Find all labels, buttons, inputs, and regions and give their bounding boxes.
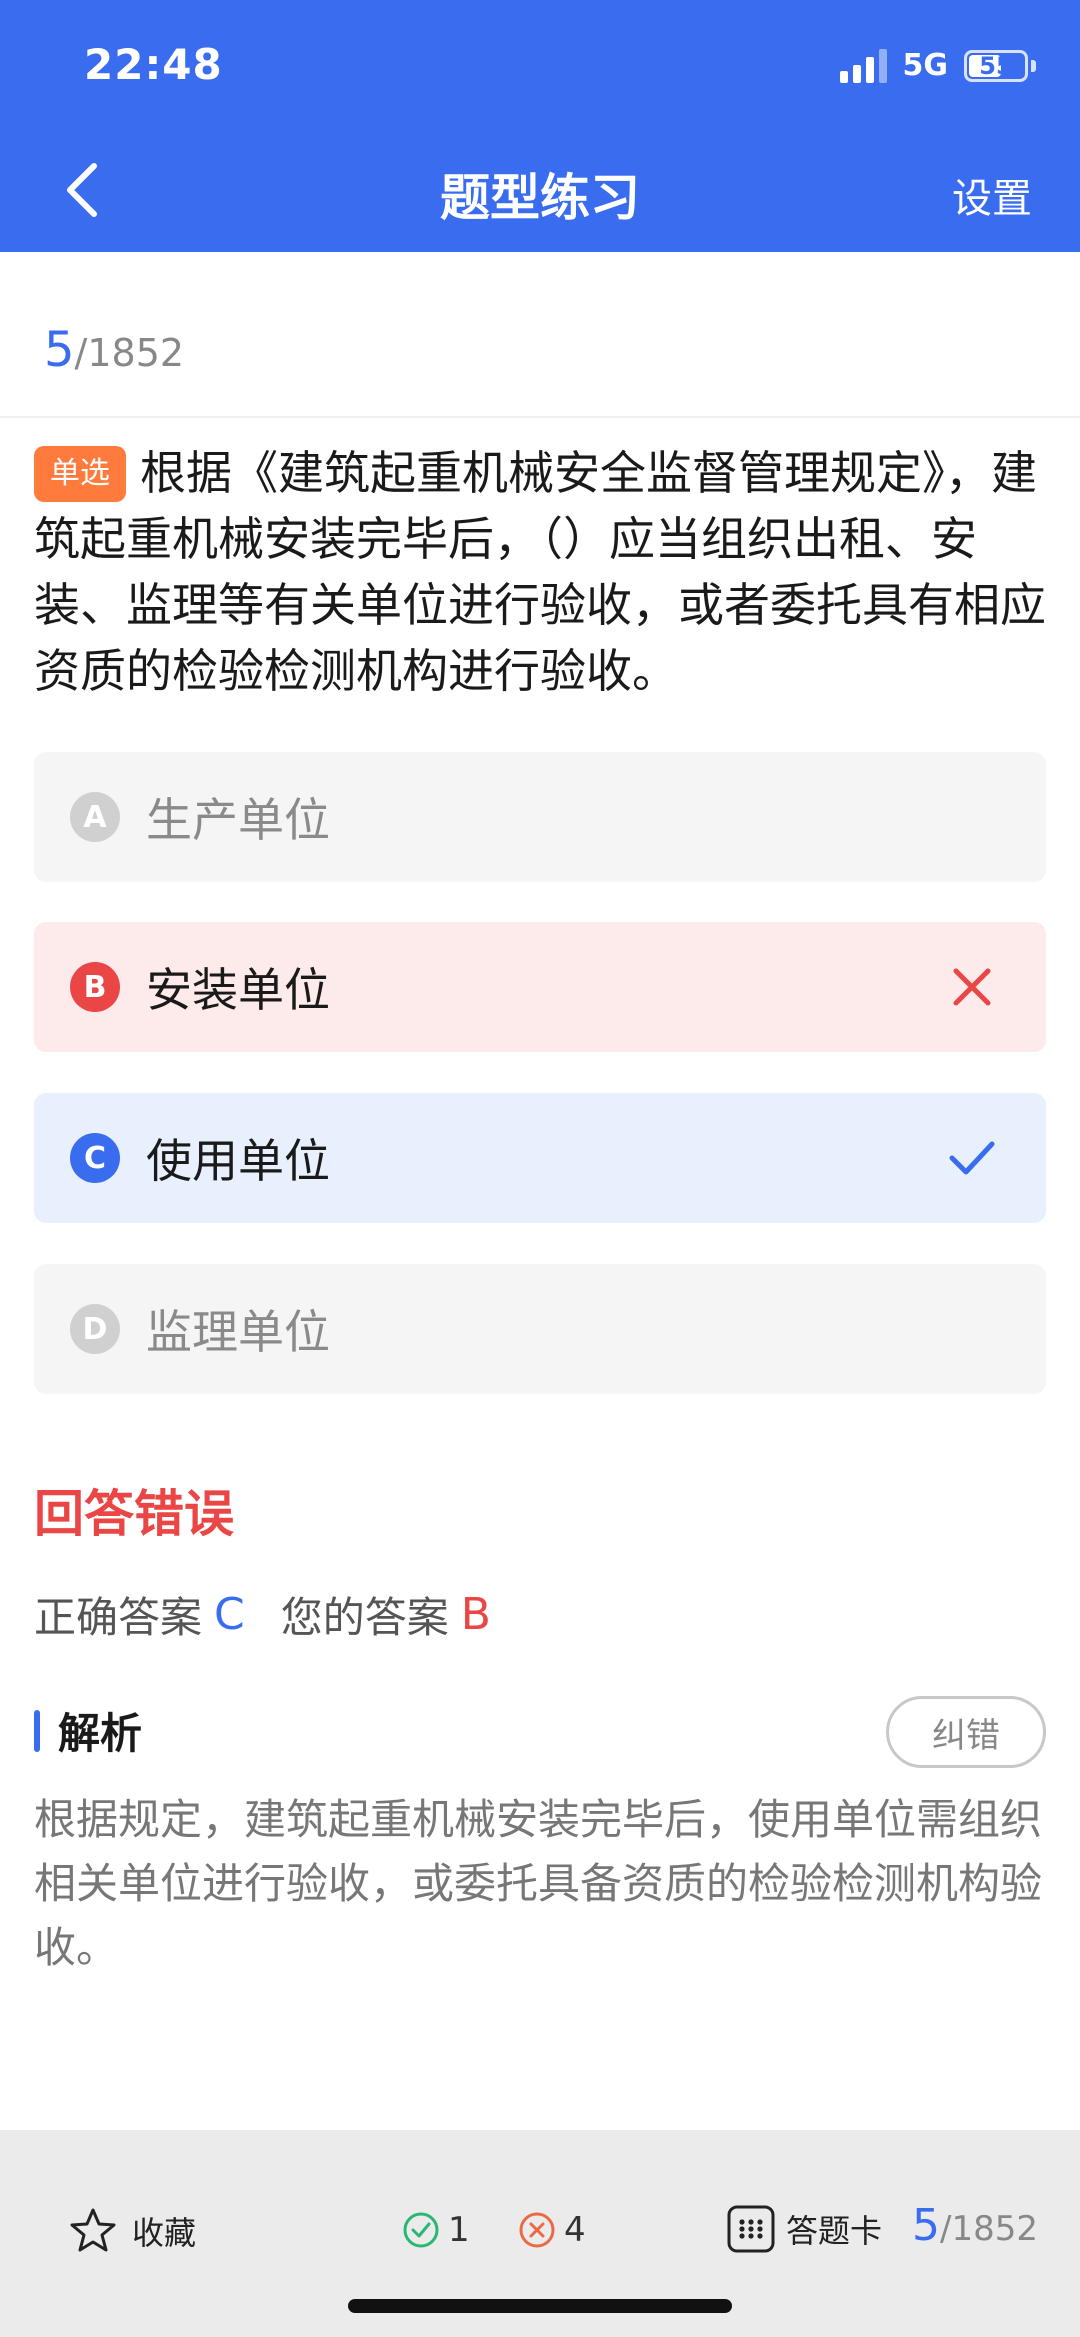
network-type: 5G — [902, 48, 949, 83]
option-text-b: 安装单位 — [146, 963, 330, 1017]
wrong-count: 4 — [518, 2210, 586, 2250]
status-indicators: 5G 55 — [839, 48, 1036, 83]
bottom-progress: 5 /1852 — [912, 2200, 1038, 2251]
bottom-progress-current: 5 — [912, 2200, 941, 2251]
correct-count: 1 — [402, 2210, 470, 2250]
answer-card-button[interactable]: 答题卡 — [726, 2204, 882, 2254]
top-bar: 22:48 5G 55 题型练习 设置 — [0, 0, 1080, 252]
settings-button[interactable]: 设置 — [952, 166, 1032, 224]
option-d[interactable]: D 监理单位 — [34, 1264, 1046, 1394]
question-progress: 5 /1852 — [44, 322, 184, 378]
question-text: 根据《建筑起重机械安全监督管理规定》，建筑起重机械安装完毕后，（）应当组织出租、… — [34, 446, 1046, 698]
answer-card-label: 答题卡 — [786, 2212, 883, 2250]
option-c[interactable]: C 使用单位 — [34, 1093, 1046, 1223]
option-letter-a: A — [70, 792, 120, 842]
result-title: 回答错误 — [34, 1485, 234, 1543]
option-text-d: 监理单位 — [146, 1305, 330, 1359]
star-icon — [70, 2208, 116, 2252]
analysis-label: 解析 — [58, 1709, 143, 1758]
battery-level: 55 — [979, 51, 1013, 80]
analysis-text: 根据规定，建筑起重机械安装完毕后，使用单位需组织相关单位进行验收，或委托具备资质… — [34, 1795, 1043, 1972]
grid-icon — [727, 2205, 775, 2253]
report-error-button[interactable]: 纠错 — [886, 1696, 1046, 1768]
your-answer-value: B — [460, 1589, 491, 1640]
question-type-badge: 单选 — [34, 446, 126, 502]
option-letter-b: B — [70, 962, 120, 1012]
option-text-a: 生产单位 — [146, 793, 330, 847]
your-answer-label: 您的答案 — [280, 1593, 449, 1642]
check-circle-icon — [403, 2212, 439, 2248]
option-b[interactable]: B 安装单位 — [34, 922, 1046, 1052]
practice-page: 22:48 5G 55 题型练习 设置 5 /1852 单选 根据《建筑起重机械… — [0, 0, 1080, 2337]
x-circle-icon — [519, 2212, 555, 2248]
battery-icon: 55 — [964, 49, 1028, 82]
progress-current: 5 — [44, 322, 75, 378]
chevron-left-icon — [67, 163, 97, 217]
option-text-c: 使用单位 — [146, 1134, 330, 1188]
favorite-label: 收藏 — [132, 2214, 197, 2252]
back-button[interactable] — [62, 160, 102, 220]
analysis-accent-bar — [34, 1709, 40, 1752]
page-title: 题型练习 — [440, 169, 640, 227]
wrong-x-icon — [953, 968, 991, 1006]
correct-count-value: 1 — [448, 2210, 470, 2250]
answer-summary: 正确答案 C 您的答案 B — [34, 1584, 491, 1645]
favorite-button[interactable]: 收藏 — [68, 2206, 196, 2256]
signal-icon — [839, 48, 887, 83]
question-stem: 单选 根据《建筑起重机械安全监督管理规定》，建筑起重机械安装完毕后，（）应当组织出… — [34, 440, 1046, 704]
option-a[interactable]: A 生产单位 — [34, 752, 1046, 882]
bottom-progress-total: /1852 — [940, 2209, 1038, 2249]
progress-total: /1852 — [74, 331, 185, 375]
analysis-header: 解析 — [34, 1700, 142, 1761]
option-letter-d: D — [70, 1304, 120, 1354]
wrong-count-value: 4 — [564, 2210, 586, 2250]
battery-tip — [1031, 59, 1036, 72]
divider — [0, 416, 1080, 418]
option-letter-c: C — [70, 1133, 120, 1183]
check-icon — [949, 1141, 995, 1175]
correct-answer-value: C — [214, 1589, 245, 1640]
correct-answer-label: 正确答案 — [34, 1593, 203, 1642]
status-time: 22:48 — [84, 40, 223, 89]
home-indicator[interactable] — [348, 2299, 732, 2313]
